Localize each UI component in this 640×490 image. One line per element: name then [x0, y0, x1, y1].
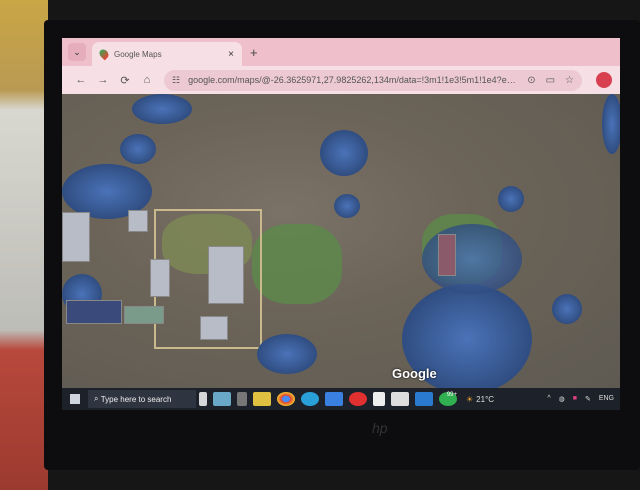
building	[200, 316, 228, 340]
weather-widget[interactable]: ☀ 21°C	[466, 395, 494, 404]
tree	[552, 294, 582, 324]
network-icon[interactable]: ◍	[559, 395, 565, 403]
tab-search-button[interactable]: ⌄	[68, 43, 86, 61]
address-bar[interactable]: ☷ google.com/maps/@-26.3625971,27.982526…	[164, 69, 582, 91]
tree	[120, 134, 156, 164]
satellite-map[interactable]: Google	[62, 94, 620, 388]
cast-icon[interactable]: ▭	[546, 75, 555, 86]
reload-button[interactable]: ⟳	[114, 74, 136, 87]
background-wall	[0, 0, 48, 490]
building	[128, 210, 148, 232]
file-explorer-icon[interactable]	[253, 392, 271, 406]
whatsapp-icon[interactable]: 99+	[439, 392, 457, 406]
url-text: google.com/maps/@-26.3625971,27.9825262,…	[188, 75, 518, 85]
capcut-icon[interactable]	[391, 392, 409, 406]
solar-panels	[66, 300, 122, 324]
pen-icon[interactable]: ✎	[585, 395, 591, 403]
building	[150, 259, 170, 297]
building	[62, 212, 90, 262]
app-tray-icon[interactable]: ■	[573, 395, 577, 403]
google-watermark: Google	[392, 366, 437, 381]
weather-temp: 21°C	[476, 394, 495, 404]
building	[208, 246, 244, 304]
tree	[334, 194, 360, 218]
edge-icon[interactable]	[301, 392, 319, 406]
outlook-icon[interactable]	[415, 392, 433, 406]
tree	[132, 94, 192, 124]
location-icon[interactable]: ⊙	[527, 75, 535, 86]
start-button[interactable]	[70, 394, 80, 404]
star-icon[interactable]: ☆	[565, 75, 574, 86]
widget-icon[interactable]	[213, 392, 231, 406]
close-tab-icon[interactable]: ×	[228, 49, 234, 60]
opera-icon[interactable]	[349, 392, 367, 406]
tree	[422, 224, 522, 294]
building	[124, 306, 164, 324]
tab-bar: ⌄ Google Maps × +	[62, 38, 620, 66]
hp-logo: hp	[372, 420, 388, 436]
language-indicator[interactable]: ENG	[599, 395, 614, 403]
tree	[602, 94, 620, 154]
tree	[257, 334, 317, 374]
tab-title: Google Maps	[114, 49, 162, 59]
bag-icon[interactable]	[199, 392, 207, 406]
back-button[interactable]: ←	[70, 74, 92, 86]
home-button[interactable]: ⌂	[136, 74, 158, 86]
tree	[498, 186, 524, 212]
maps-pin-icon	[97, 47, 111, 61]
weather-icon: ☀	[466, 394, 474, 404]
taskbar-search[interactable]: ⌕ Type here to search	[88, 390, 196, 408]
grass-patch	[252, 224, 342, 304]
system-tray: ^ ◍ ■ ✎ ENG	[547, 395, 620, 403]
task-view-icon[interactable]	[237, 392, 247, 406]
taskbar: ⌕ Type here to search 99+ ☀ 21°C ^ ◍ ■ ✎…	[62, 388, 620, 410]
forward-button[interactable]: →	[92, 74, 114, 86]
toolbar: ← → ⟳ ⌂ ☷ google.com/maps/@-26.3625971,2…	[62, 66, 620, 94]
dropbox-icon[interactable]	[325, 392, 343, 406]
search-icon: ⌕	[94, 394, 101, 403]
site-info-icon[interactable]: ☷	[172, 75, 180, 86]
tree	[320, 130, 368, 176]
building	[438, 234, 456, 276]
chevron-up-icon[interactable]: ^	[547, 395, 550, 403]
profile-avatar[interactable]	[596, 72, 612, 88]
notepad-icon[interactable]	[373, 392, 385, 406]
new-tab-button[interactable]: +	[250, 45, 258, 60]
search-placeholder: Type here to search	[100, 394, 172, 404]
tab-google-maps[interactable]: Google Maps ×	[92, 42, 242, 66]
screen: ⌄ Google Maps × + ← → ⟳ ⌂ ☷ google.com/m…	[62, 38, 620, 410]
chrome-icon[interactable]	[277, 392, 295, 406]
